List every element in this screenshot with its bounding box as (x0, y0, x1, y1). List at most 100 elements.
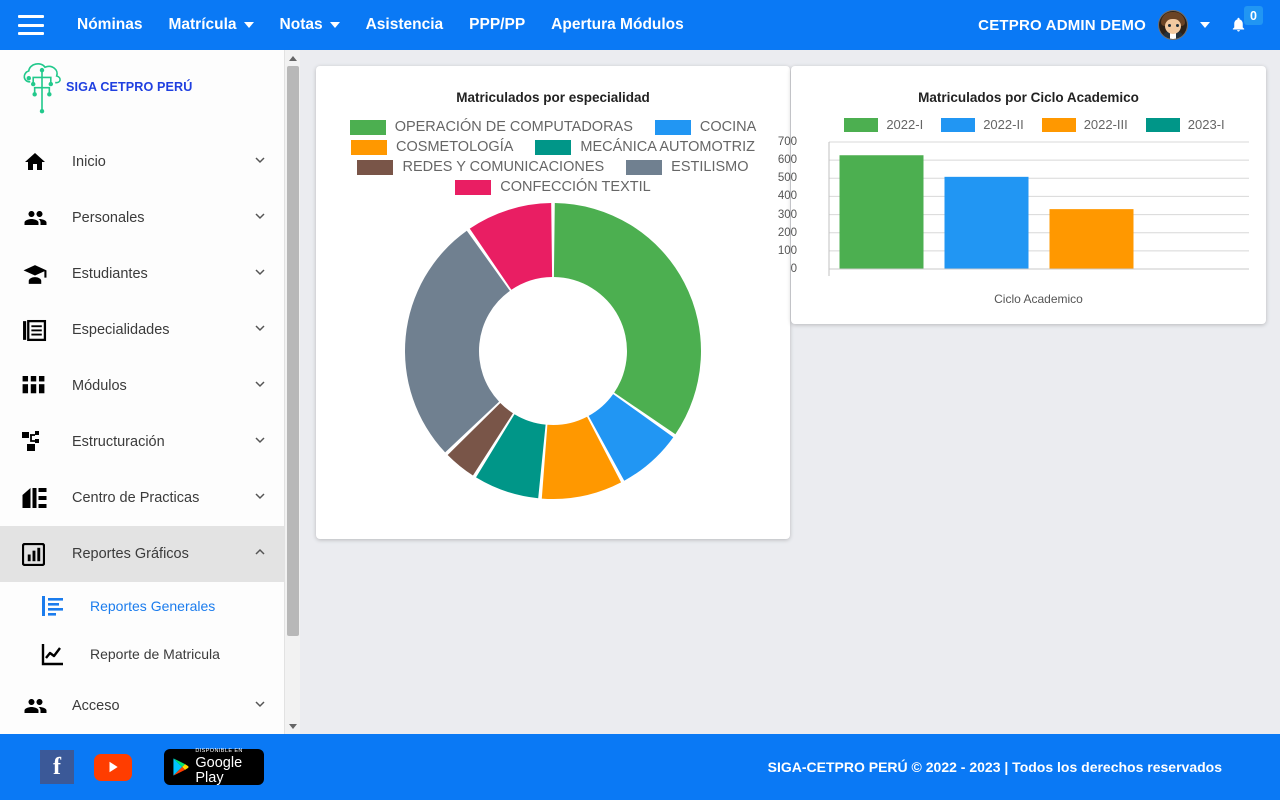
sidebar-brand-label: SIGA CETPRO PERÚ (66, 80, 193, 94)
avatar-eye (1176, 24, 1179, 27)
sidebar-item-reportes-graficos[interactable]: Reportes Gráficos (0, 526, 284, 582)
nav-item-label: Nóminas (77, 16, 143, 33)
copyright-text: SIGA-CETPRO PERÚ © 2022 - 2023 | Todos l… (767, 759, 1222, 775)
navbar-right-section: CETPRO ADMIN DEMO 0 (978, 0, 1280, 50)
legend-swatch (1145, 117, 1180, 132)
y-axis-tick-label: 200 (777, 226, 797, 239)
legend-swatch (357, 159, 394, 175)
legend-swatch (626, 159, 663, 175)
legend-label: COSMETOLOGÍA (396, 139, 514, 155)
sidebar-item-label: Módulos (72, 378, 127, 394)
legend-swatch (455, 179, 492, 195)
hamburger-bar (18, 15, 44, 18)
avatar[interactable] (1158, 10, 1188, 40)
legend-item[interactable]: COCINA (654, 119, 757, 135)
y-axis-tick-label: 400 (777, 190, 797, 203)
user-name-label: CETPRO ADMIN DEMO (978, 16, 1146, 34)
grid-icon (22, 373, 52, 399)
bar-chart-card: Matriculados por Ciclo Academico 2022-I … (778, 66, 1266, 324)
sidebar-item-acceso[interactable]: Acceso (0, 678, 284, 734)
sidebar-item-label: Acceso (72, 698, 120, 714)
graduate-icon (22, 261, 52, 287)
sidebar-item-centro-de-practicas[interactable]: Centro de Practicas (0, 470, 284, 526)
legend-item[interactable]: COSMETOLOGÍA (351, 139, 513, 155)
sidebar-subitem-reportes-generales[interactable]: Reportes Generales (0, 582, 284, 630)
facebook-glyph: f (53, 753, 61, 780)
chevron-down-icon (252, 696, 268, 717)
legend-item[interactable]: CONFECCIÓN TEXTIL (455, 179, 651, 195)
legend-swatch (1041, 117, 1076, 132)
legend-label: MECÁNICA AUTOMOTRIZ (580, 139, 755, 155)
youtube-icon[interactable] (94, 753, 132, 781)
notifications-button[interactable]: 0 (1220, 0, 1266, 50)
legend-item[interactable]: 2023-I (1145, 117, 1225, 132)
google-play-icon (173, 758, 189, 776)
legend-item[interactable]: ESTILISMO (626, 159, 749, 175)
sidebar-item-modulos[interactable]: Módulos (0, 358, 284, 414)
nav-item-apertura-modulos[interactable]: Apertura Módulos (538, 0, 697, 50)
legend-label: 2022-I (886, 117, 924, 132)
legend-item[interactable]: 2022-III (1041, 117, 1128, 132)
legend-label: OPERACIÓN DE COMPUTADORAS (394, 119, 633, 135)
sidebar-menu: Inicio Personales Estudiantes Especialid… (0, 124, 284, 734)
chevron-down-icon (243, 22, 254, 28)
chevron-down-icon (252, 152, 268, 173)
footer: f DISPONIBLE EN Google Play SIGA-CETPRO … (0, 734, 1280, 800)
sidebar-subitem-reporte-de-matricula[interactable]: Reporte de Matricula (0, 630, 284, 678)
sidebar-item-estudiantes[interactable]: Estudiantes (0, 246, 284, 302)
donut-chart[interactable] (403, 201, 703, 501)
bar[interactable] (1049, 209, 1134, 269)
bar-chart-x-axis-label: Ciclo Academico (994, 292, 1083, 306)
facebook-icon[interactable]: f (40, 750, 74, 784)
nav-item-nominas[interactable]: Nóminas (64, 0, 155, 50)
building-icon (22, 485, 52, 511)
scroll-down-arrow-icon[interactable] (285, 718, 301, 734)
scrollbar-thumb[interactable] (287, 66, 299, 636)
sidebar-item-personales[interactable]: Personales (0, 190, 284, 246)
chevron-down-icon (329, 22, 340, 28)
google-play-badge[interactable]: DISPONIBLE EN Google Play (164, 747, 264, 785)
nav-item-label: Matrícula (168, 16, 237, 33)
legend-label: 2022-III (1083, 117, 1128, 132)
chevron-down-icon (252, 376, 268, 397)
nav-item-ppp-pp[interactable]: PPP/PP (456, 0, 538, 50)
nav-item-matricula[interactable]: Matrícula (155, 0, 266, 50)
legend-swatch (351, 139, 388, 155)
report-list-icon (40, 594, 68, 618)
y-axis-tick-label: 700 (777, 136, 797, 148)
sidebar-item-estructuracion[interactable]: Estructuración (0, 414, 284, 470)
sidebar-scrollbar[interactable] (284, 50, 300, 734)
hamburger-bar (18, 23, 44, 27)
sidebar-item-label: Personales (72, 210, 145, 226)
social-links: f DISPONIBLE EN Google Play (40, 747, 264, 785)
bar-chart-plot-area: 700 600 500 400 300 200 100 0 (778, 136, 1255, 286)
legend-label: COCINA (699, 119, 757, 135)
sidebar: SIGA CETPRO PERÚ Inicio Personales Estud… (0, 50, 284, 734)
bar[interactable] (839, 155, 924, 269)
notification-badge: 0 (1244, 6, 1263, 25)
sidebar-item-inicio[interactable]: Inicio (0, 134, 284, 190)
scroll-up-arrow-icon[interactable] (285, 50, 301, 66)
donut-slice[interactable] (553, 203, 701, 435)
google-play-small-label: DISPONIBLE EN (195, 747, 243, 754)
legend-item[interactable]: MECÁNICA AUTOMOTRIZ (535, 139, 755, 155)
legend-label: REDES Y COMUNICACIONES (402, 159, 605, 175)
legend-item[interactable]: OPERACIÓN DE COMPUTADORAS (349, 119, 633, 135)
book-icon (22, 317, 52, 343)
bar-chart[interactable] (803, 136, 1255, 286)
bar[interactable] (944, 176, 1029, 269)
pie-chart-legend: OPERACIÓN DE COMPUTADORAS COCINA COSMETO… (328, 119, 778, 195)
sidebar-item-especialidades[interactable]: Especialidades (0, 302, 284, 358)
legend-item[interactable]: 2022-II (941, 117, 1024, 132)
hamburger-menu-icon[interactable] (18, 15, 44, 35)
nav-item-asistencia[interactable]: Asistencia (353, 0, 457, 50)
sidebar-brand[interactable]: SIGA CETPRO PERÚ (0, 50, 284, 124)
nav-item-notas[interactable]: Notas (267, 0, 353, 50)
y-axis-tick-label: 600 (777, 154, 797, 167)
charts-row: Matriculados por especialidad OPERACIÓN … (301, 50, 1280, 539)
main-content: Matriculados por especialidad OPERACIÓN … (301, 50, 1280, 734)
nav-item-label: Notas (279, 16, 323, 33)
user-menu-chevron-down-icon[interactable] (1200, 22, 1210, 28)
legend-item[interactable]: REDES Y COMUNICACIONES (357, 159, 604, 175)
legend-item[interactable]: 2022-I (844, 117, 923, 132)
